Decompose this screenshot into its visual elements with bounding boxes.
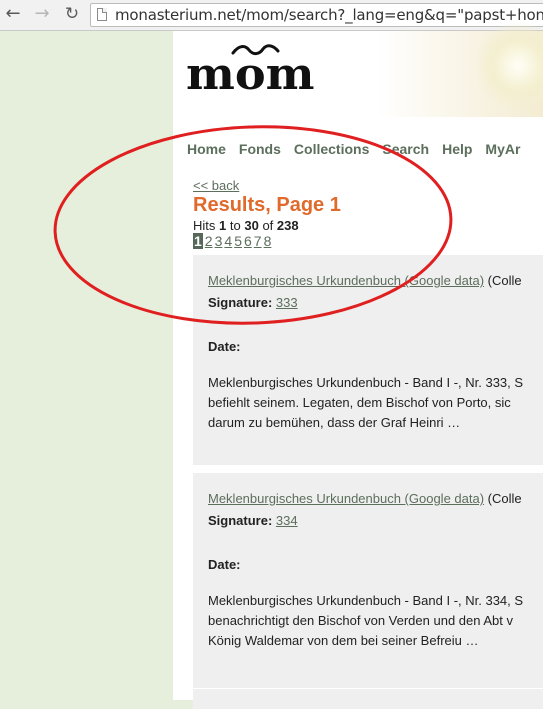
menu-item-search[interactable]: Search [382, 141, 429, 157]
menu-item-fonds[interactable]: Fonds [239, 141, 281, 157]
excerpt-line: König Waldemar von dem bei seiner Befrei… [208, 633, 479, 648]
menu-item-help[interactable]: Help [442, 141, 472, 157]
hits-total: 238 [276, 218, 299, 233]
excerpt-line: darum zu bemühen, dass der Graf Heinri … [208, 415, 461, 430]
reload-icon[interactable]: ↻ [62, 4, 82, 24]
page-link-2[interactable]: 2 [205, 233, 213, 249]
excerpt-line: Meklenburgisches Urkundenbuch - Band I -… [208, 375, 524, 390]
result-excerpt: Meklenburgisches Urkundenbuch - Band I -… [208, 373, 543, 433]
pagination: 12345678 [193, 233, 271, 249]
menu-item-collections[interactable]: Collections [294, 141, 369, 157]
back-arrow-icon[interactable]: ← [3, 4, 23, 24]
browser-toolbar: ← → ↻ monasterium.net/mom/search?_lang=e… [0, 0, 543, 31]
date-label: Date: [208, 557, 241, 572]
url-text: monasterium.net/mom/search?_lang=eng&q="… [115, 6, 543, 24]
result-excerpt: Meklenburgisches Urkundenbuch - Band I -… [208, 591, 543, 651]
excerpt-line: benachrichtigt den Bischof von Verden un… [208, 613, 513, 628]
banner-decoration [473, 21, 543, 111]
result-collection-suffix: (Colle [487, 273, 522, 288]
result-collection-suffix: (Colle [487, 491, 522, 506]
excerpt-line: Meklenburgisches Urkundenbuch - Band I -… [208, 593, 524, 608]
page-link-5[interactable]: 5 [234, 233, 242, 249]
page-link-6[interactable]: 6 [244, 233, 252, 249]
result-card [193, 689, 543, 709]
signature-row: Signature: 333 [208, 295, 298, 310]
result-title: Meklenburgisches Urkundenbuch (Google da… [208, 273, 522, 288]
signature-row: Signature: 334 [208, 513, 298, 528]
hits-of-word: of [262, 218, 274, 233]
signature-link[interactable]: 334 [276, 513, 298, 528]
back-link[interactable]: << back [193, 178, 239, 193]
signature-label: Signature: [208, 295, 273, 310]
signature-link[interactable]: 333 [276, 295, 298, 310]
result-card: Meklenburgisches Urkundenbuch (Google da… [193, 255, 543, 465]
date-label: Date: [208, 339, 241, 354]
menu-item-myarchive[interactable]: MyAr [485, 141, 520, 157]
site-logo[interactable]: mom [186, 49, 315, 100]
result-title-link[interactable]: Meklenburgisches Urkundenbuch (Google da… [208, 273, 484, 288]
page-link-4[interactable]: 4 [224, 233, 232, 249]
results-title: Results, Page 1 [193, 194, 341, 216]
hits-to: 30 [244, 218, 259, 233]
address-bar[interactable]: monasterium.net/mom/search?_lang=eng&q="… [90, 3, 543, 27]
result-title-link[interactable]: Meklenburgisches Urkundenbuch (Google da… [208, 491, 484, 506]
page-link-8[interactable]: 8 [264, 233, 272, 249]
page-link-3[interactable]: 3 [215, 233, 223, 249]
hits-prefix: Hits [193, 218, 216, 233]
forward-arrow-icon[interactable]: → [32, 4, 52, 24]
result-card: Meklenburgisches Urkundenbuch (Google da… [193, 473, 543, 688]
excerpt-line: befiehlt seinem. Legaten, dem Bischof vo… [208, 395, 511, 410]
page-current: 1 [193, 233, 203, 249]
main-menu: Home Fonds Collections Search Help MyAr [187, 141, 533, 159]
site-banner: mom [173, 21, 543, 117]
menu-item-home[interactable]: Home [187, 141, 226, 157]
hits-to-word: to [229, 218, 241, 233]
page-link-7[interactable]: 7 [254, 233, 262, 249]
result-title: Meklenburgisches Urkundenbuch (Google da… [208, 491, 522, 506]
hits-from: 1 [219, 218, 227, 233]
hits-summary: Hits 1 to 30 of 238 [193, 218, 299, 233]
page-content: mom Home Fonds Collections Search Help MyAr <… [173, 21, 543, 709]
signature-label: Signature: [208, 513, 273, 528]
page-icon [97, 8, 107, 21]
